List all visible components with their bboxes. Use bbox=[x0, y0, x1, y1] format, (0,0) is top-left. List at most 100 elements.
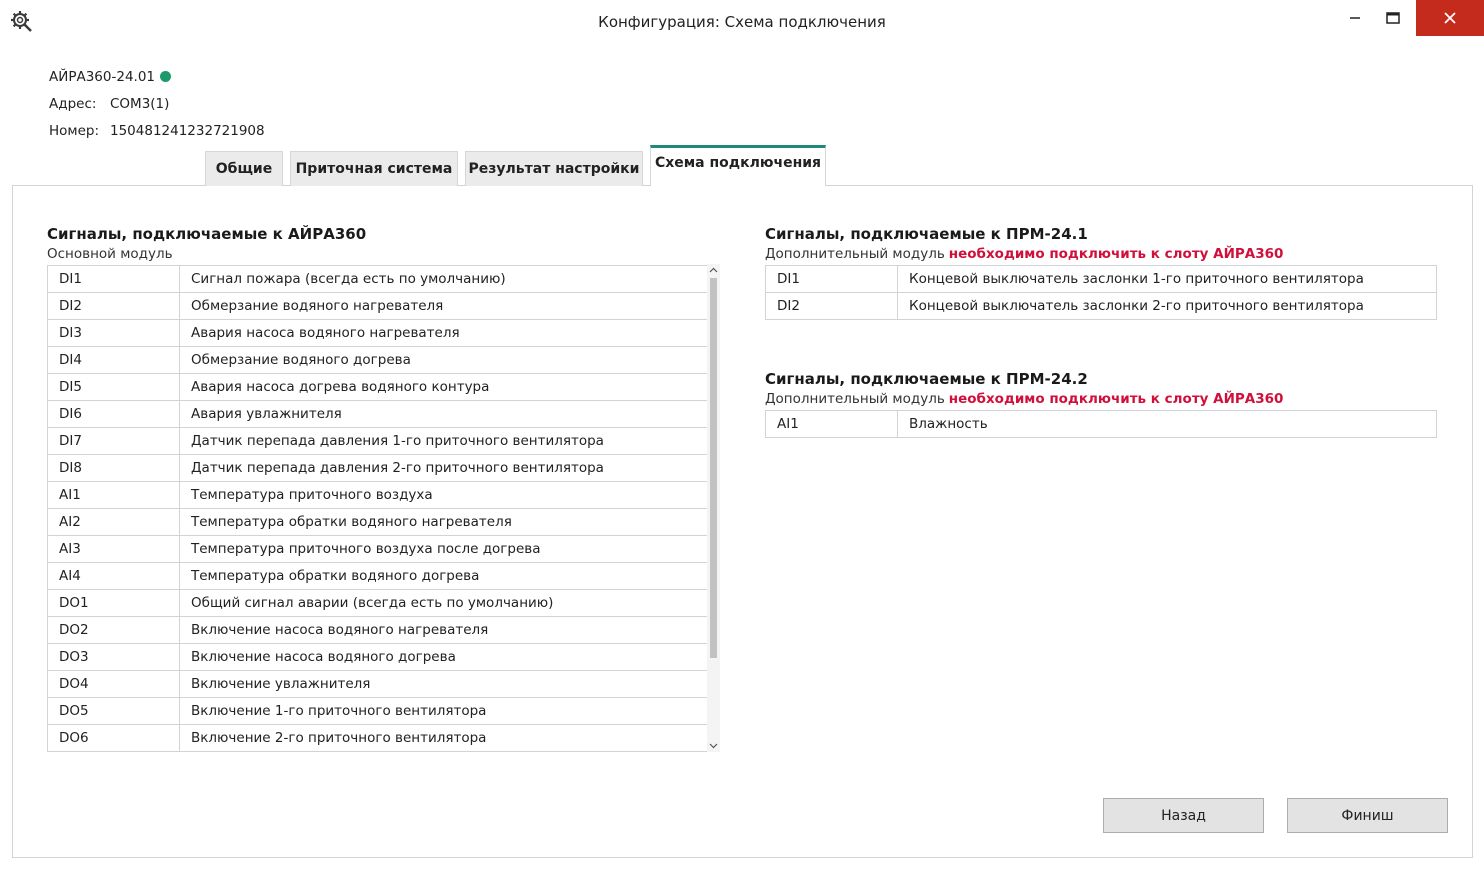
signal-code: DI1 bbox=[765, 265, 898, 293]
table-row: DI2 Обмерзание водяного нагревателя bbox=[47, 292, 709, 320]
main-module-title: Сигналы, подключаемые к АЙРА360 bbox=[47, 225, 367, 243]
signal-code: DO2 bbox=[47, 616, 180, 644]
signal-description: Концевой выключатель заслонки 2-го прито… bbox=[897, 292, 1437, 320]
address-value: COM3(1) bbox=[110, 96, 170, 112]
prm1-subtitle: Дополнительный модуль bbox=[765, 246, 945, 262]
signal-code: AI1 bbox=[765, 410, 898, 438]
signal-description: Температура приточного воздуха после дог… bbox=[179, 535, 709, 563]
table-row: DI6 Авария увлажнителя bbox=[47, 400, 709, 428]
scroll-down-icon[interactable] bbox=[707, 740, 720, 752]
signal-description: Авария насоса водяного нагревателя bbox=[179, 319, 709, 347]
prm1-subtitle-row: Дополнительный модуль необходимо подключи… bbox=[765, 246, 1283, 262]
table-row: DI1 Концевой выключатель заслонки 1-го пр… bbox=[765, 265, 1437, 293]
signal-description: Температура обратки водяного догрева bbox=[179, 562, 709, 590]
title-bar: Конфигурация: Схема подключения bbox=[0, 0, 1484, 44]
prm1-title: Сигналы, подключаемые к ПРМ-24.1 bbox=[765, 225, 1088, 243]
tab-connection-scheme[interactable]: Схема подключения bbox=[650, 145, 826, 186]
prm2-title: Сигналы, подключаемые к ПРМ-24.2 bbox=[765, 370, 1088, 388]
signal-code: DI7 bbox=[47, 427, 180, 455]
number-value: 150481241232721908 bbox=[110, 123, 265, 139]
signal-description: Включение 1-го приточного вентилятора bbox=[179, 697, 709, 725]
signal-code: DI6 bbox=[47, 400, 180, 428]
close-icon bbox=[1444, 12, 1456, 24]
maximize-button[interactable] bbox=[1370, 0, 1416, 36]
tab-general[interactable]: Общие bbox=[205, 151, 283, 186]
table-row: DI4 Обмерзание водяного догрева bbox=[47, 346, 709, 374]
window-title: Конфигурация: Схема подключения bbox=[598, 13, 886, 31]
maximize-icon bbox=[1386, 12, 1400, 24]
minimize-icon bbox=[1350, 17, 1360, 19]
signal-description: Сигнал пожара (всегда есть по умолчанию) bbox=[179, 265, 709, 293]
signal-code: AI2 bbox=[47, 508, 180, 536]
signal-description: Включение увлажнителя bbox=[179, 670, 709, 698]
signal-description: Температура приточного воздуха bbox=[179, 481, 709, 509]
address-row: Адрес: COM3(1) bbox=[49, 96, 169, 112]
table-row: AI1 Температура приточного воздуха bbox=[47, 481, 709, 509]
signal-description: Авария увлажнителя bbox=[179, 400, 709, 428]
main-module-table: DI1 Сигнал пожара (всегда есть по умолчан… bbox=[47, 265, 709, 752]
signal-description: Включение 2-го приточного вентилятора bbox=[179, 724, 709, 752]
prm2-table: AI1 Влажность bbox=[765, 410, 1437, 438]
table-row: DI3 Авария насоса водяного нагревателя bbox=[47, 319, 709, 347]
prm2-warning: необходимо подключить к слоту АЙРА360 bbox=[948, 391, 1284, 407]
scroll-up-icon[interactable] bbox=[707, 264, 720, 276]
tab-setup-result[interactable]: Результат настройки bbox=[465, 151, 643, 186]
signal-code: DI1 bbox=[47, 265, 180, 293]
finish-button[interactable]: Финиш bbox=[1287, 798, 1448, 833]
signal-code: DI8 bbox=[47, 454, 180, 482]
prm2-subtitle: Дополнительный модуль bbox=[765, 391, 945, 407]
table-row: AI1 Влажность bbox=[765, 410, 1437, 438]
table-row: DI1 Сигнал пожара (всегда есть по умолчан… bbox=[47, 265, 709, 293]
signal-description: Влажность bbox=[897, 410, 1437, 438]
table-row: DI5 Авария насоса догрева водяного контур… bbox=[47, 373, 709, 401]
close-button[interactable] bbox=[1416, 0, 1484, 36]
main-table-scrollbar[interactable] bbox=[707, 264, 720, 752]
signal-code: DI2 bbox=[765, 292, 898, 320]
signal-code: DO6 bbox=[47, 724, 180, 752]
device-name-row: АЙРА360-24.01 bbox=[49, 69, 171, 85]
signal-description: Датчик перепада давления 1-го приточного… bbox=[179, 427, 709, 455]
back-button[interactable]: Назад bbox=[1103, 798, 1264, 833]
table-row: DI7 Датчик перепада давления 1-го приточн… bbox=[47, 427, 709, 455]
signal-description: Включение насоса водяного догрева bbox=[179, 643, 709, 671]
number-label: Номер: bbox=[49, 123, 100, 139]
status-dot-icon bbox=[160, 71, 171, 82]
signal-code: DI3 bbox=[47, 319, 180, 347]
scroll-thumb[interactable] bbox=[710, 278, 717, 658]
table-row: AI3 Температура приточного воздуха после … bbox=[47, 535, 709, 563]
signal-code: DO4 bbox=[47, 670, 180, 698]
table-row: AI4 Температура обратки водяного догрева bbox=[47, 562, 709, 590]
signal-description: Температура обратки водяного нагревателя bbox=[179, 508, 709, 536]
device-name: АЙРА360-24.01 bbox=[49, 69, 155, 85]
signal-description: Обмерзание водяного догрева bbox=[179, 346, 709, 374]
prm1-table: DI1 Концевой выключатель заслонки 1-го пр… bbox=[765, 265, 1437, 320]
signal-code: AI3 bbox=[47, 535, 180, 563]
signal-code: DI2 bbox=[47, 292, 180, 320]
table-row: DO1 Общий сигнал аварии (всегда есть по у… bbox=[47, 589, 709, 617]
prm2-subtitle-row: Дополнительный модуль необходимо подключи… bbox=[765, 391, 1283, 407]
table-row: DO5 Включение 1-го приточного вентилятора bbox=[47, 697, 709, 725]
table-row: DO4 Включение увлажнителя bbox=[47, 670, 709, 698]
table-row: DO3 Включение насоса водяного догрева bbox=[47, 643, 709, 671]
number-row: Номер: 150481241232721908 bbox=[49, 123, 265, 139]
signal-description: Общий сигнал аварии (всегда есть по умол… bbox=[179, 589, 709, 617]
table-row: DI8 Датчик перепада давления 2-го приточн… bbox=[47, 454, 709, 482]
signal-code: DI5 bbox=[47, 373, 180, 401]
tab-supply-system[interactable]: Приточная система bbox=[290, 151, 458, 186]
signal-code: AI4 bbox=[47, 562, 180, 590]
signal-description: Концевой выключатель заслонки 1-го прито… bbox=[897, 265, 1437, 293]
signal-code: DO3 bbox=[47, 643, 180, 671]
main-module-subtitle: Основной модуль bbox=[47, 246, 173, 262]
table-row: AI2 Температура обратки водяного нагреват… bbox=[47, 508, 709, 536]
signal-description: Включение насоса водяного нагревателя bbox=[179, 616, 709, 644]
signal-code: DI4 bbox=[47, 346, 180, 374]
address-label: Адрес: bbox=[49, 96, 97, 112]
prm1-warning: необходимо подключить к слоту АЙРА360 bbox=[948, 246, 1284, 262]
signal-code: AI1 bbox=[47, 481, 180, 509]
signal-code: DO5 bbox=[47, 697, 180, 725]
signal-code: DO1 bbox=[47, 589, 180, 617]
table-row: DO6 Включение 2-го приточного вентилятора bbox=[47, 724, 709, 752]
table-row: DO2 Включение насоса водяного нагревателя bbox=[47, 616, 709, 644]
signal-description: Авария насоса догрева водяного контура bbox=[179, 373, 709, 401]
table-row: DI2 Концевой выключатель заслонки 2-го пр… bbox=[765, 292, 1437, 320]
